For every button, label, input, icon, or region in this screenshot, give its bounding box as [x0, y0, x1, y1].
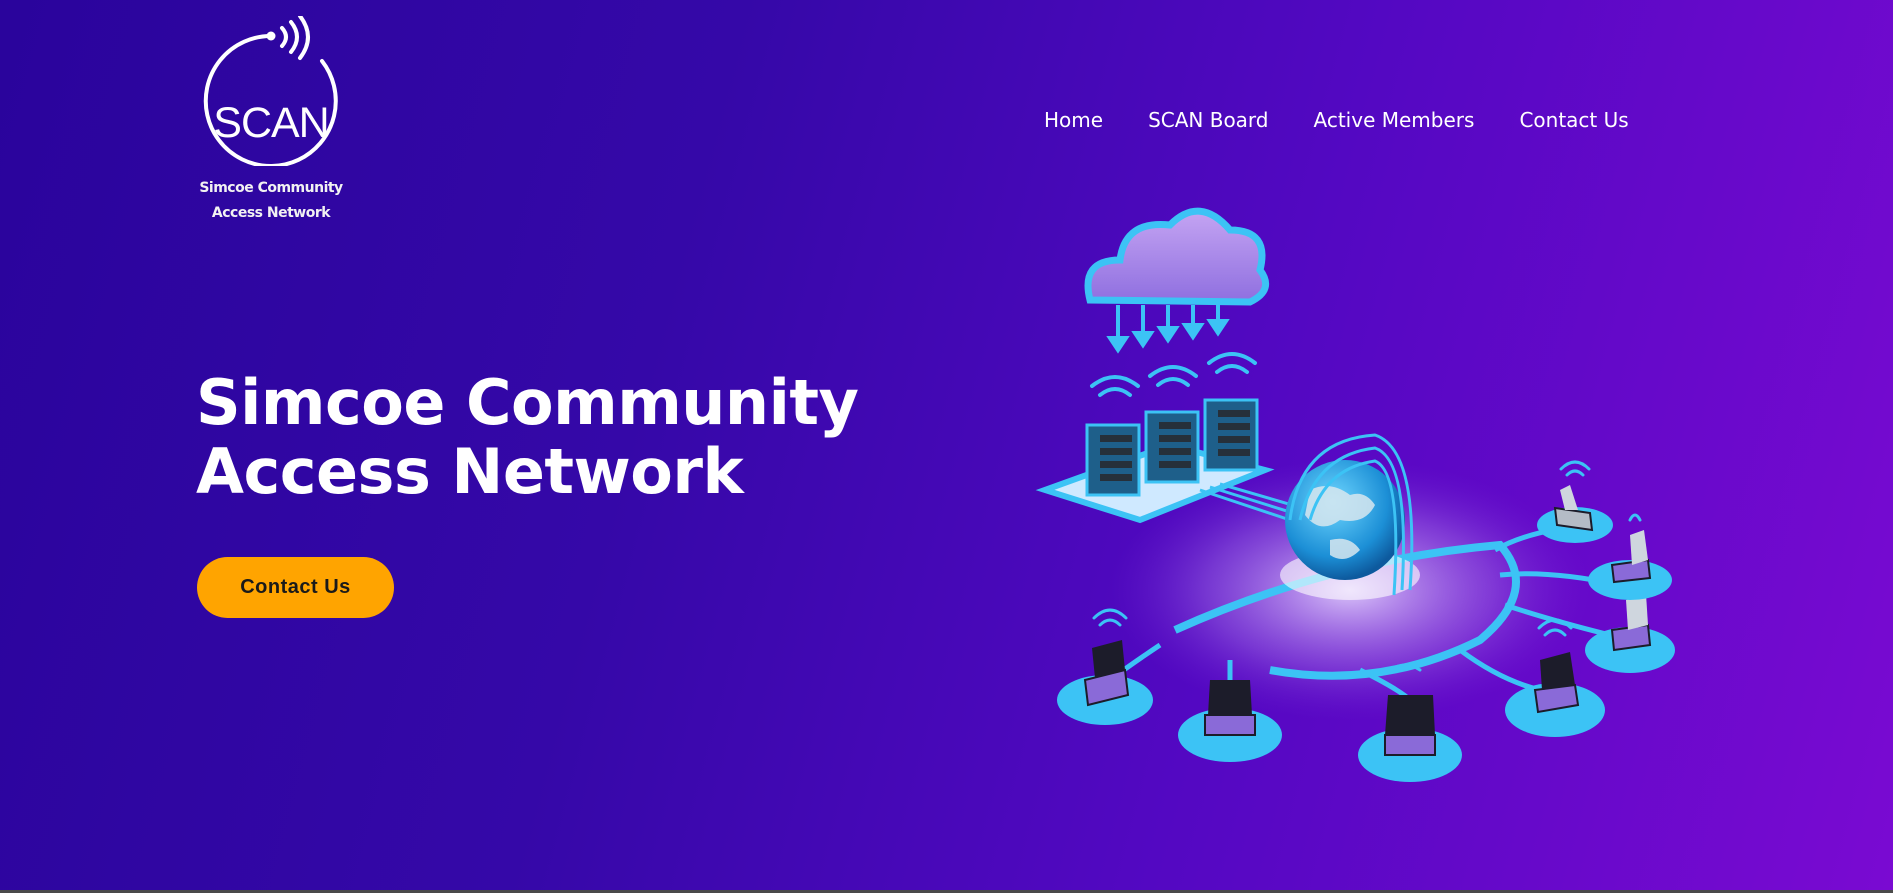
laptop-icon [1588, 530, 1672, 600]
nav-active-members[interactable]: Active Members [1314, 108, 1475, 132]
hero-title-line2: Access Network [196, 435, 744, 508]
laptop-icon [1057, 640, 1153, 725]
main-nav: Home SCAN Board Active Members Contact U… [1044, 108, 1629, 132]
nav-scan-board[interactable]: SCAN Board [1148, 108, 1268, 132]
contact-us-button[interactable]: Contact Us [197, 557, 394, 618]
site-logo[interactable]: SCAN Simcoe Community Access Network [196, 16, 346, 226]
logo-caption-line1: Simcoe Community [199, 180, 343, 196]
nav-contact-us[interactable]: Contact Us [1519, 108, 1628, 132]
logo-caption-line2: Access Network [211, 205, 331, 221]
logo-caption: Simcoe Community Access Network [196, 176, 346, 226]
cloud-icon [1084, 207, 1270, 354]
wifi-icon [1090, 352, 1257, 397]
network-illustration [1030, 190, 1690, 800]
hero-title-line1: Simcoe Community [196, 366, 859, 439]
signal-wave-icon [280, 26, 288, 48]
globe-icon [1280, 433, 1420, 600]
nav-home[interactable]: Home [1044, 108, 1103, 132]
network-illustration-graphic [1035, 207, 1675, 782]
hero-title: Simcoe Community Access Network [196, 366, 859, 508]
laptop-icon [1537, 485, 1613, 543]
logo-wordmark: SCAN [213, 99, 329, 147]
